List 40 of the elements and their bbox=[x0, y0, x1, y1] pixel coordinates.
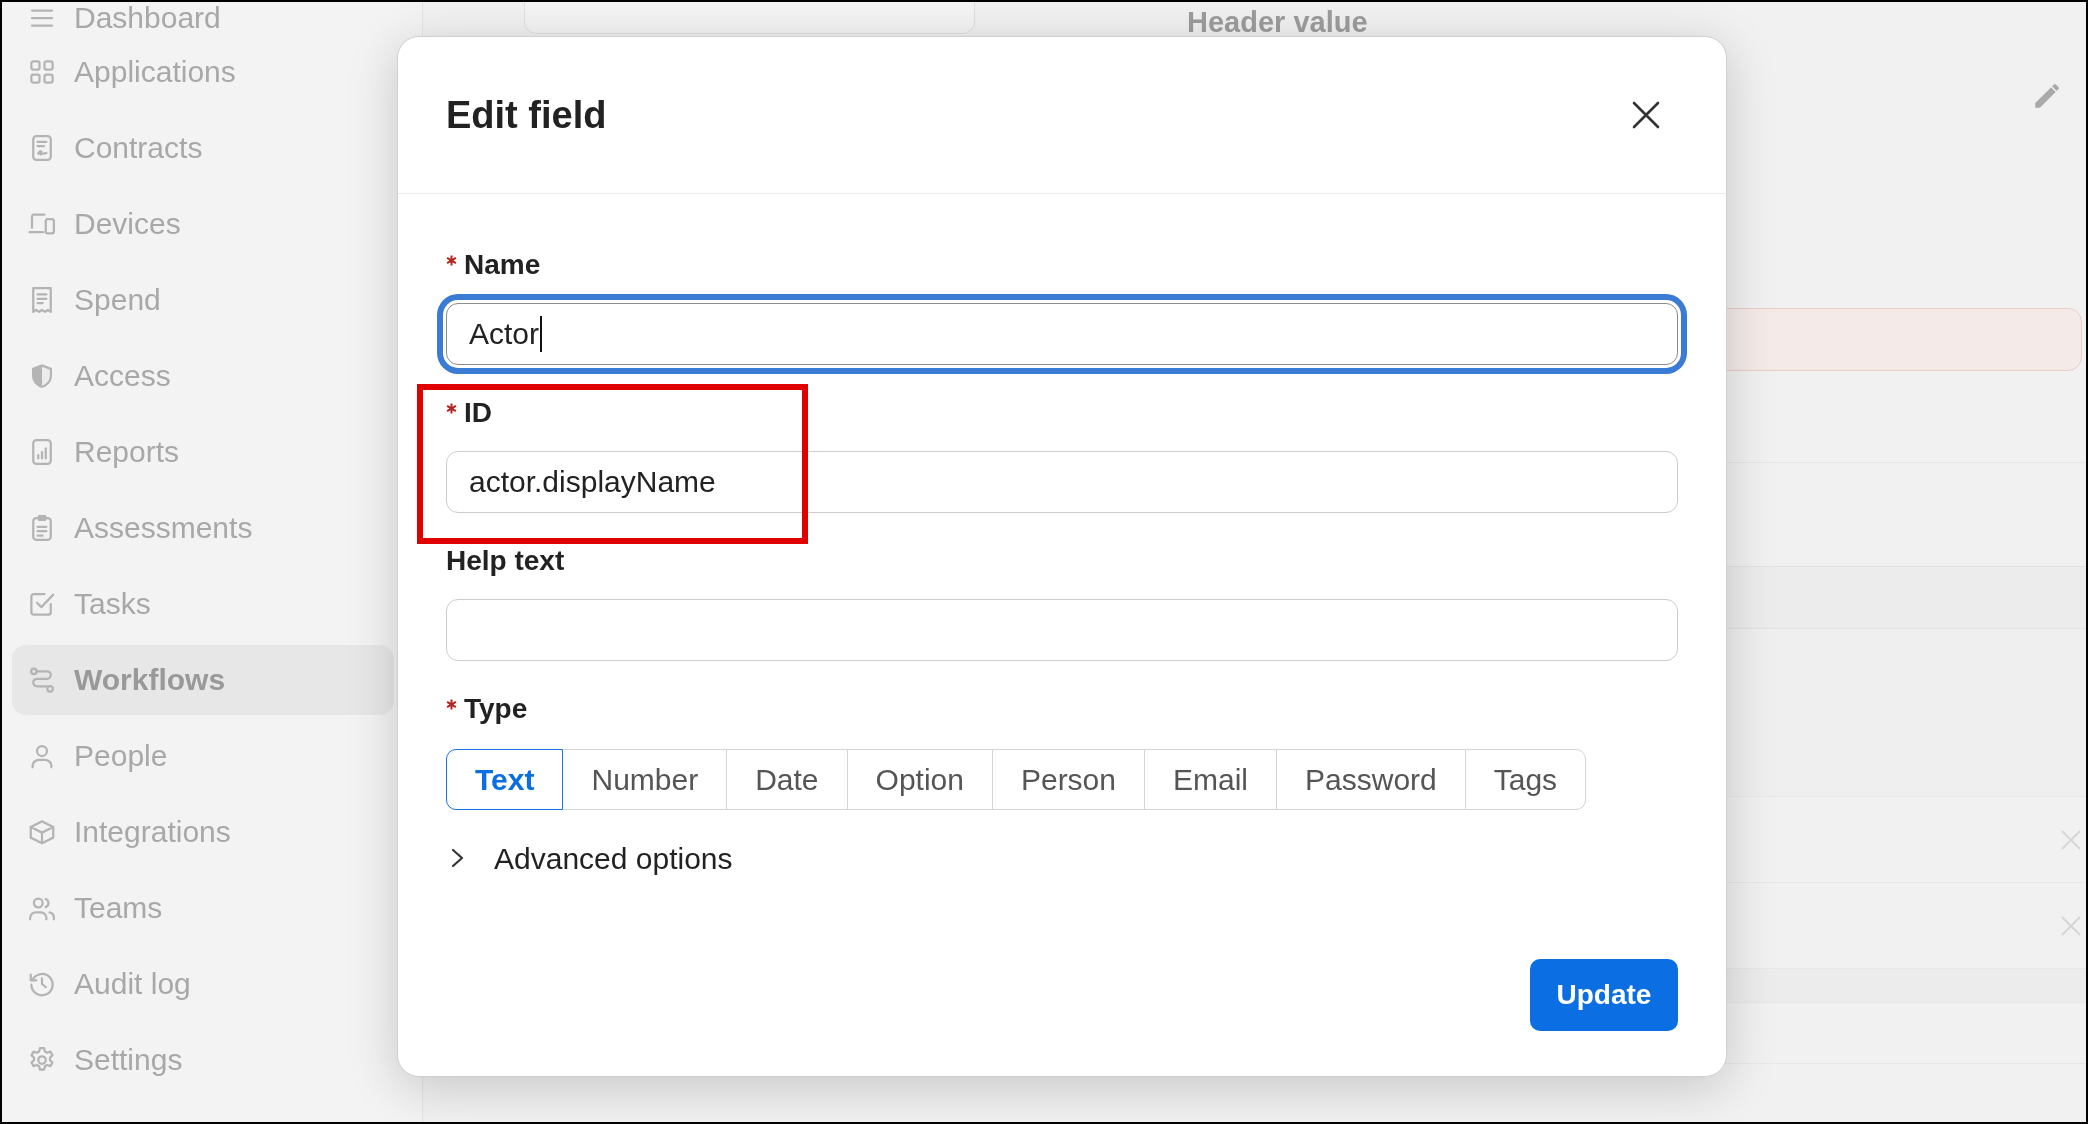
sidebar-item[interactable]: Assessments bbox=[12, 493, 394, 563]
field-label: Type bbox=[464, 692, 528, 726]
sidebar-item[interactable]: Dashboard bbox=[12, 2, 394, 34]
field-label: Name bbox=[464, 248, 541, 282]
update-button[interactable]: Update bbox=[1530, 959, 1678, 1031]
box-icon bbox=[27, 817, 57, 847]
type-option[interactable]: Email bbox=[1144, 749, 1276, 810]
sidebar-item[interactable]: Spend bbox=[12, 265, 394, 335]
sidebar-item[interactable]: Contracts bbox=[12, 113, 394, 183]
sidebar-item[interactable]: Devices bbox=[12, 189, 394, 259]
type-option[interactable]: Option bbox=[846, 749, 992, 810]
type-option[interactable]: Number bbox=[563, 749, 727, 810]
sidebar-item[interactable]: Tasks bbox=[12, 569, 394, 639]
sidebar-item[interactable]: Applications bbox=[12, 37, 394, 107]
sidebar-item[interactable]: Reports bbox=[12, 417, 394, 487]
sidebar-item[interactable]: Teams bbox=[12, 873, 394, 943]
close-button[interactable] bbox=[1631, 100, 1661, 130]
text-input[interactable]: actor.displayName bbox=[446, 451, 1678, 513]
close-icon[interactable] bbox=[2060, 828, 2082, 851]
field-label: Help text bbox=[446, 544, 565, 578]
type-option[interactable]: Text bbox=[446, 749, 564, 810]
close-icon bbox=[1632, 101, 1660, 129]
workflow-icon bbox=[27, 665, 57, 695]
advanced-options-toggle[interactable]: Advanced options bbox=[446, 840, 733, 876]
column-header: Header value bbox=[1187, 6, 1368, 38]
sidebar-item[interactable]: Workflows bbox=[12, 645, 394, 715]
close-icon[interactable] bbox=[2060, 914, 2082, 937]
sidebar-item[interactable]: Integrations bbox=[12, 797, 394, 867]
dialog-title: Edit field bbox=[446, 92, 607, 138]
sidebar-item[interactable]: Access bbox=[12, 341, 394, 411]
type-option[interactable]: Password bbox=[1276, 749, 1465, 810]
field-label: ID bbox=[464, 396, 492, 430]
sidebar-item[interactable]: Audit log bbox=[12, 949, 394, 1019]
type-option[interactable]: Tags bbox=[1464, 749, 1587, 810]
sidebar-item[interactable]: People bbox=[12, 721, 394, 791]
sidebar-item[interactable]: Settings bbox=[12, 1025, 394, 1095]
type-option[interactable]: Person bbox=[991, 749, 1144, 810]
text-input[interactable] bbox=[446, 599, 1678, 661]
type-option[interactable]: Date bbox=[726, 749, 847, 810]
grid-icon bbox=[27, 57, 57, 87]
